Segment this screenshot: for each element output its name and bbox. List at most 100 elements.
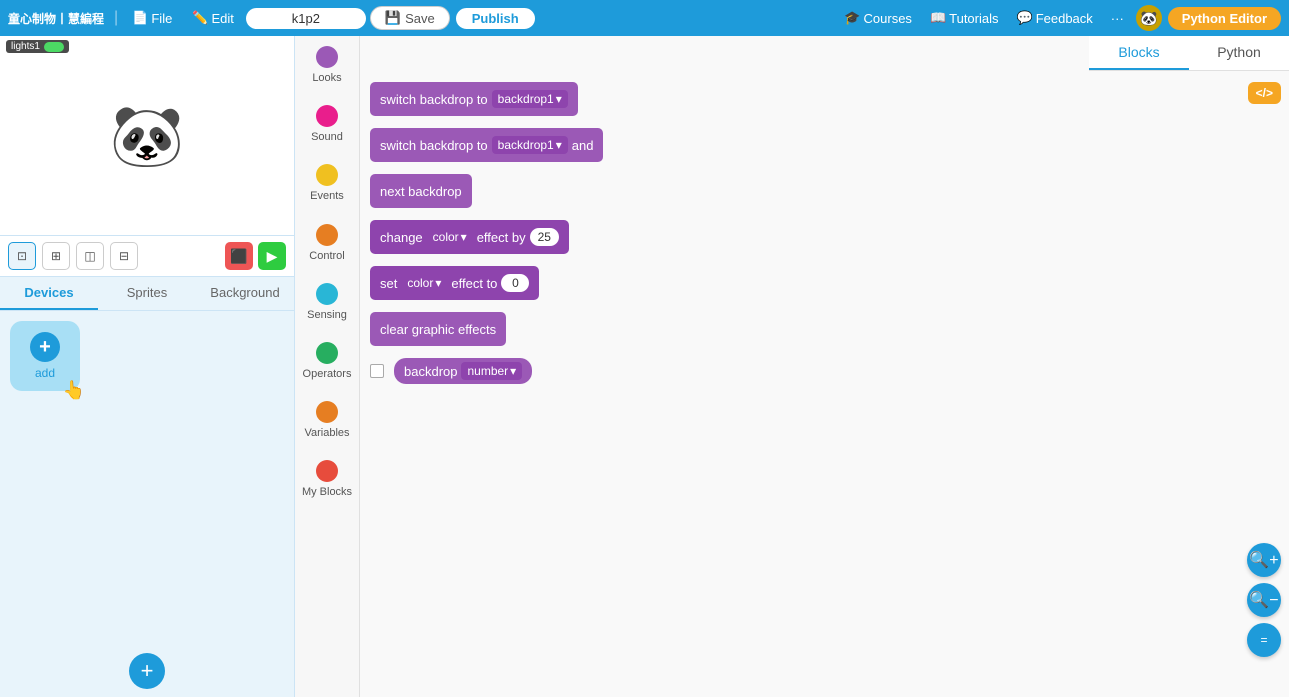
python-editor-button[interactable]: Python Editor <box>1168 7 1281 30</box>
stage-toggle[interactable] <box>44 42 64 52</box>
category-operators[interactable]: Operators <box>295 332 359 391</box>
cursor-hand-icon: 👆 <box>63 380 85 401</box>
color-dropdown-2[interactable]: color ▾ <box>401 274 447 292</box>
myblocks-dot <box>316 460 338 482</box>
publish-button[interactable]: Publish <box>454 6 537 31</box>
category-sound[interactable]: Sound <box>295 95 359 154</box>
courses-button[interactable]: 🎓 Courses <box>838 8 918 28</box>
operators-dot <box>316 342 338 364</box>
control-dot <box>316 224 338 246</box>
change-text: change <box>380 230 423 245</box>
devices-area: + add 👆 <box>0 311 294 645</box>
dropdown-arrow: ▾ <box>556 92 562 106</box>
courses-icon: 🎓 <box>844 10 860 26</box>
block-change-color-effect[interactable]: change color ▾ effect by 25 <box>370 220 569 254</box>
number-dropdown[interactable]: number ▾ <box>461 362 522 380</box>
and-text: and <box>572 138 594 153</box>
block-switch-backdrop-and[interactable]: switch backdrop to backdrop1 ▾ and <box>370 128 603 162</box>
zoom-in-icon: 🔍+ <box>1249 550 1278 570</box>
save-icon: 💾 <box>385 10 401 26</box>
looks-label: Looks <box>312 72 341 85</box>
zoom-in-button[interactable]: 🔍+ <box>1247 543 1281 577</box>
zoom-controls: 🔍+ 🔍− = <box>1247 543 1281 657</box>
edit-icon: ✏️ <box>192 10 208 26</box>
tutorials-icon: 📖 <box>930 10 946 26</box>
block-backdrop-number[interactable]: backdrop number ▾ <box>394 358 532 384</box>
save-button[interactable]: 💾 Save <box>370 6 450 30</box>
xml-icon[interactable]: </> <box>1248 82 1281 104</box>
dropdown-arrow4: ▾ <box>435 276 441 290</box>
backdrop1-dropdown-1[interactable]: backdrop1 ▾ <box>492 90 568 108</box>
events-label: Events <box>310 190 344 203</box>
feedback-button[interactable]: 💬 Feedback <box>1011 8 1099 28</box>
tab-sprites[interactable]: Sprites <box>98 277 196 310</box>
tab-devices[interactable]: Devices <box>0 277 98 310</box>
feedback-icon: 💬 <box>1017 10 1033 26</box>
block-clear-effects-row[interactable]: clear graphic effects <box>370 312 1239 352</box>
backdrop-text: backdrop <box>404 364 457 379</box>
block-next-backdrop[interactable]: next backdrop <box>370 174 472 208</box>
sensing-label: Sensing <box>307 309 347 322</box>
go-button[interactable]: ▶ <box>258 242 286 270</box>
category-sensing[interactable]: Sensing <box>295 273 359 332</box>
top-navigation: 童心制物丨慧編程 | 📄 File ✏️ Edit 💾 Save Publish… <box>0 0 1289 36</box>
block-switch-backdrop-wait[interactable]: switch backdrop to backdrop1 ▾ and <box>370 128 1239 168</box>
tutorials-button[interactable]: 📖 Tutorials <box>924 8 1005 28</box>
category-myblocks[interactable]: My Blocks <box>295 450 359 509</box>
split-view-button[interactable]: ◫ <box>76 242 104 270</box>
dropdown-arrow3: ▾ <box>461 230 467 244</box>
tab-python[interactable]: Python <box>1189 36 1289 70</box>
code-area[interactable]: Blocks Python </> switch backdrop to bac… <box>360 36 1289 697</box>
project-name-input[interactable] <box>246 8 366 29</box>
category-variables[interactable]: Variables <box>295 391 359 450</box>
file-menu-button[interactable]: 📄 File <box>124 8 180 28</box>
tab-background[interactable]: Background <box>196 277 294 310</box>
bottom-add-button[interactable]: + <box>129 653 165 689</box>
more-button[interactable]: ··· <box>1105 9 1130 28</box>
block-next-backdrop-row[interactable]: next backdrop <box>370 174 1239 214</box>
block-set-color-effect[interactable]: set color ▾ effect to 0 <box>370 266 539 300</box>
set-text: set <box>380 276 397 291</box>
file-icon: 📄 <box>132 10 148 26</box>
category-looks[interactable]: Looks <box>295 36 359 95</box>
next-backdrop-text: next backdrop <box>380 184 462 199</box>
effect-value-25[interactable]: 25 <box>530 228 559 246</box>
grid-view-button[interactable]: ⊟ <box>110 242 138 270</box>
user-avatar[interactable]: 🐼 <box>1136 5 1162 31</box>
backdrop-number-checkbox[interactable] <box>370 364 384 378</box>
small-stage-button[interactable]: ⊞ <box>42 242 70 270</box>
color-dropdown-1[interactable]: color ▾ <box>427 228 473 246</box>
backdrop1-dropdown-2[interactable]: backdrop1 ▾ <box>492 136 568 154</box>
switch-backdrop-text2: switch backdrop to <box>380 138 488 153</box>
app-logo: 童心制物丨慧編程 <box>8 10 104 27</box>
category-events[interactable]: Events <box>295 154 359 213</box>
control-label: Control <box>309 250 344 263</box>
block-switch-backdrop-to[interactable]: switch backdrop to backdrop1 ▾ <box>370 82 578 116</box>
bottom-add-row: + <box>0 645 294 697</box>
tab-blocks[interactable]: Blocks <box>1089 36 1189 70</box>
block-clear-graphic-effects[interactable]: clear graphic effects <box>370 312 506 346</box>
sensing-dot <box>316 283 338 305</box>
block-change-color-row[interactable]: change color ▾ effect by 25 <box>370 220 1239 260</box>
stop-button[interactable]: ⬛ <box>225 242 253 270</box>
stop-icon: ⬛ <box>230 248 247 265</box>
operators-label: Operators <box>303 368 352 381</box>
block-backdrop-number-row: backdrop number ▾ <box>370 358 1239 384</box>
category-control[interactable]: Control <box>295 214 359 273</box>
effect-value-0[interactable]: 0 <box>501 274 529 292</box>
edit-menu-button[interactable]: ✏️ Edit <box>184 8 242 28</box>
stage-label-text: lights1 <box>11 41 40 52</box>
zoom-out-button[interactable]: 🔍− <box>1247 583 1281 617</box>
sound-label: Sound <box>311 131 343 144</box>
normal-view-button[interactable]: ⊡ <box>8 242 36 270</box>
left-panel: lights1 🐼 ⊡ ⊞ ◫ ⊟ ⬛ ▶ Devices Sprites <box>0 36 295 697</box>
blocks-panel: Looks Sound Events Control Sensing Opera… <box>295 36 360 697</box>
variables-dot <box>316 401 338 423</box>
myblocks-label: My Blocks <box>302 486 352 499</box>
zoom-reset-button[interactable]: = <box>1247 623 1281 657</box>
zoom-out-icon: 🔍− <box>1249 590 1278 610</box>
block-switch-backdrop[interactable]: switch backdrop to backdrop1 ▾ <box>370 82 1239 122</box>
block-set-color-row[interactable]: set color ▾ effect to 0 <box>370 266 1239 306</box>
add-device-container: + add 👆 <box>10 321 80 391</box>
dropdown-arrow2: ▾ <box>556 138 562 152</box>
